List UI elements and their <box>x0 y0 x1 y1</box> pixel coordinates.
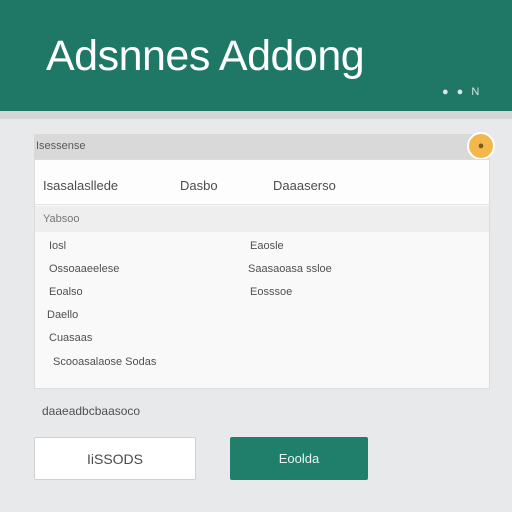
toolbar: Isessense <box>34 134 490 159</box>
secondary-button[interactable]: IiSSODS <box>34 437 196 480</box>
column-header[interactable]: Isasalasllede <box>43 178 118 193</box>
app-title: Adsnnes Addong <box>46 32 365 80</box>
circle-icon[interactable]: ● <box>442 86 449 98</box>
table-cell[interactable]: Eoalso <box>49 286 83 298</box>
section-label: daaeadbcbaasoco <box>42 404 141 418</box>
header-divider <box>0 111 512 119</box>
data-table: Isasalasllede Dasbo Daaaserso Yabsoo Ios… <box>34 159 490 389</box>
table-cell[interactable]: Cuasaas <box>49 332 92 344</box>
primary-button[interactable]: Eoolda <box>230 437 368 480</box>
circle-icon[interactable]: ● <box>457 86 464 98</box>
table-cell[interactable]: Ossoaaeelese <box>49 263 119 275</box>
table-cell[interactable]: Iosl <box>49 240 66 252</box>
header-icon-group: ● ● N <box>442 86 479 98</box>
circle-icon: ● <box>477 139 485 152</box>
table-cell[interactable]: Eaosle <box>250 240 284 252</box>
toolbar-label: Isessense <box>36 140 86 152</box>
table-cell[interactable]: Scooasalaose Sodas <box>53 356 156 368</box>
column-header[interactable]: Dasbo <box>180 178 218 193</box>
toolbar-action-button[interactable]: ● <box>467 132 495 160</box>
table-cell[interactable]: Eosssoe <box>250 286 292 298</box>
table-subheader: Yabsoo <box>35 206 489 232</box>
column-header[interactable]: Daaaserso <box>273 178 336 193</box>
table-cell[interactable]: Saasaoasa ssloe <box>248 263 332 275</box>
table-header: Isasalasllede Dasbo Daaaserso <box>35 160 489 205</box>
n-icon[interactable]: N <box>471 86 479 98</box>
subheader-label: Yabsoo <box>43 213 80 225</box>
table-cell[interactable]: Daello <box>47 309 78 321</box>
app-header: Adsnnes Addong ● ● N <box>0 0 512 111</box>
